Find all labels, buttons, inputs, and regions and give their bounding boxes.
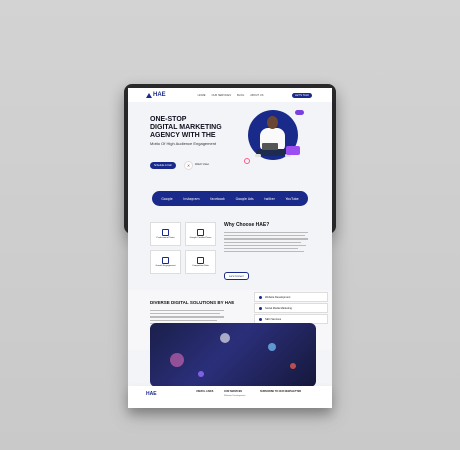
nav-links: HOME OUR SERVICES BLOG ABOUT US [198, 94, 264, 97]
mockup-scene: HAE HOME OUR SERVICES BLOG ABOUT US LET'… [0, 0, 460, 450]
why-paragraph [224, 230, 308, 258]
footer-service-link[interactable]: Website Development [224, 395, 245, 397]
certified-icon [197, 228, 204, 236]
footer-services: OUR SERVICES [224, 390, 243, 393]
rate-icon [197, 256, 204, 264]
brand-google-ads: Google Ads [235, 196, 254, 201]
brand-youtube: YouTube [285, 196, 299, 201]
feature-label: Growth Engagement [155, 264, 176, 267]
top-nav: HAE HOME OUR SERVICES BLOG ABOUT US LET'… [128, 88, 332, 102]
hero-title-line1: ONE-STOP [150, 116, 187, 123]
brand-instagram: Instagram [183, 196, 200, 201]
feature-label: Competitive Rate [192, 264, 209, 267]
nav-about[interactable]: ABOUT US [250, 94, 263, 97]
feature-label: Professional Team [156, 236, 175, 239]
hero-title-line3: AGENCY WITH THE [150, 132, 216, 139]
nav-home[interactable]: HOME [198, 94, 206, 97]
person-head [267, 116, 278, 129]
feature-card: Google Certified Team [185, 222, 216, 246]
digital-network-image [150, 323, 316, 387]
feature-label: Google Certified Team [189, 236, 212, 239]
logo[interactable]: HAE [146, 92, 166, 98]
shoe-left [255, 154, 261, 157]
service-label: Website Development [265, 295, 291, 299]
chat-bubble-icon [295, 110, 304, 115]
brand-google: Google [161, 196, 173, 201]
service-item[interactable]: Website Development [254, 292, 328, 302]
bullet-icon [259, 317, 262, 321]
nav-services[interactable]: OUR SERVICES [211, 94, 231, 97]
feature-grid: Professional Team Google Certified Team … [150, 222, 216, 274]
bullet-icon [259, 295, 262, 299]
laptop-icon [262, 143, 278, 150]
hero-title: ONE-STOP DIGITAL MARKETING AGENCY WITH T… [150, 116, 260, 140]
connect-button[interactable]: Let's Connect [224, 272, 249, 280]
deco-ring-icon [244, 158, 250, 164]
hero-subtitle: Motto Of High Audience Engagement [150, 141, 217, 146]
service-label: SEO Services [265, 317, 282, 321]
brand-strip: Google Instagram facebook Google Ads twi… [152, 191, 308, 206]
brand-facebook: facebook [210, 196, 225, 201]
nav-blog[interactable]: BLOG [237, 94, 244, 97]
logo-text: HAE [153, 92, 166, 98]
footer-useful-links: USEFUL LINKS [196, 390, 214, 393]
footer-newsletter: SUBSCRIBE TO OUR NEWSLETTER [260, 390, 302, 393]
service-label: Social Media Marketing [265, 306, 292, 310]
watch-video-label[interactable]: Watch Video [195, 163, 209, 166]
bullet-icon [259, 306, 262, 310]
footer: HAE USEFUL LINKS OUR SERVICES Website De… [128, 386, 332, 408]
hero-title-line2: DIGITAL MARKETING [150, 124, 222, 131]
deco-card-icon [286, 146, 300, 155]
brand-twitter: twitter [264, 196, 275, 201]
footer-logo[interactable]: HAE [146, 391, 157, 397]
call-button[interactable]: LET'S TALK [292, 92, 312, 98]
services-title: DIVERSE DIGITAL SOLUTIONS BY HAE [150, 300, 235, 305]
why-title: Why Choose HAE? [224, 222, 270, 228]
team-icon [162, 228, 169, 236]
play-icon[interactable]: ✕ [184, 161, 193, 170]
service-item[interactable]: Social Media Marketing [254, 303, 328, 313]
feature-card: Growth Engagement [150, 250, 181, 274]
feature-card: Professional Team [150, 222, 181, 246]
growth-icon [162, 256, 169, 264]
logo-icon [146, 92, 152, 98]
schedule-call-button[interactable]: Schedule A Call [150, 162, 176, 169]
feature-card: Competitive Rate [185, 250, 216, 274]
